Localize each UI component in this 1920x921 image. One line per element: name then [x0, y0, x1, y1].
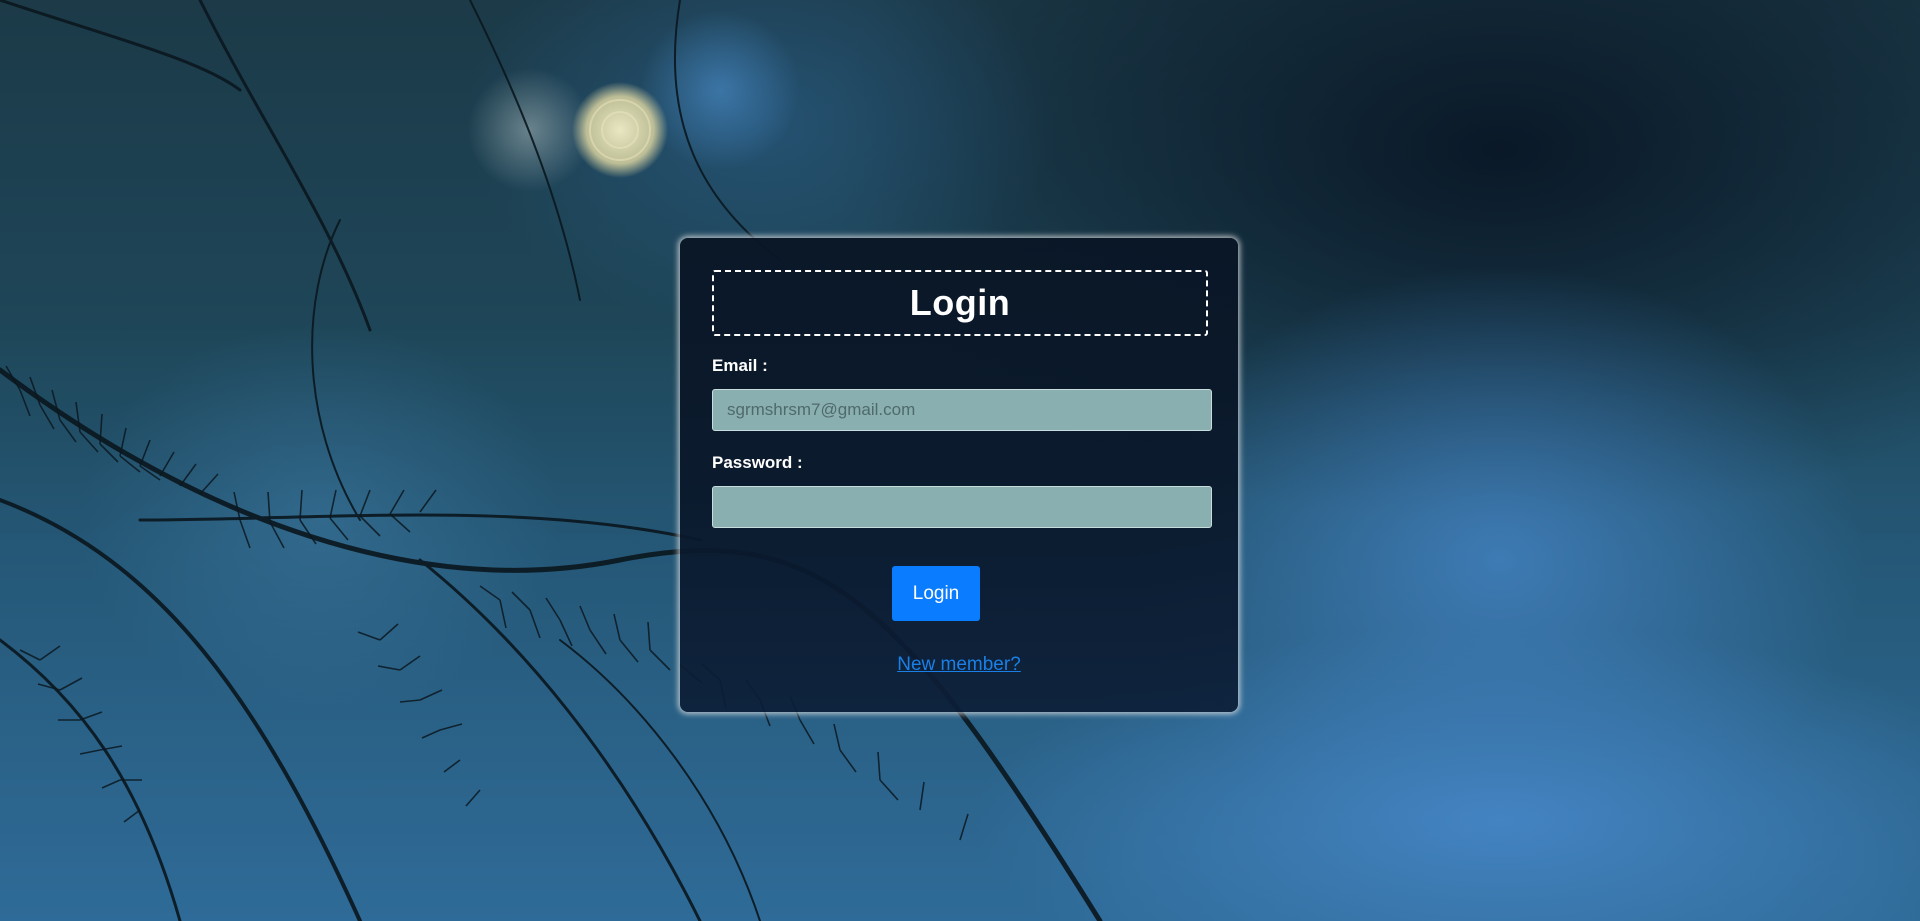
login-card: Login Email : Password : Login New membe…	[680, 238, 1238, 712]
email-field[interactable]	[712, 389, 1212, 431]
login-title-box: Login	[712, 270, 1208, 336]
email-label: Email :	[712, 356, 768, 375]
login-button[interactable]: Login	[892, 566, 980, 621]
new-member-link[interactable]: New member?	[897, 654, 1021, 675]
password-label: Password :	[712, 453, 803, 472]
signup-link-container: New member?	[680, 654, 1238, 676]
password-field[interactable]	[712, 486, 1212, 528]
login-title: Login	[909, 282, 1011, 323]
